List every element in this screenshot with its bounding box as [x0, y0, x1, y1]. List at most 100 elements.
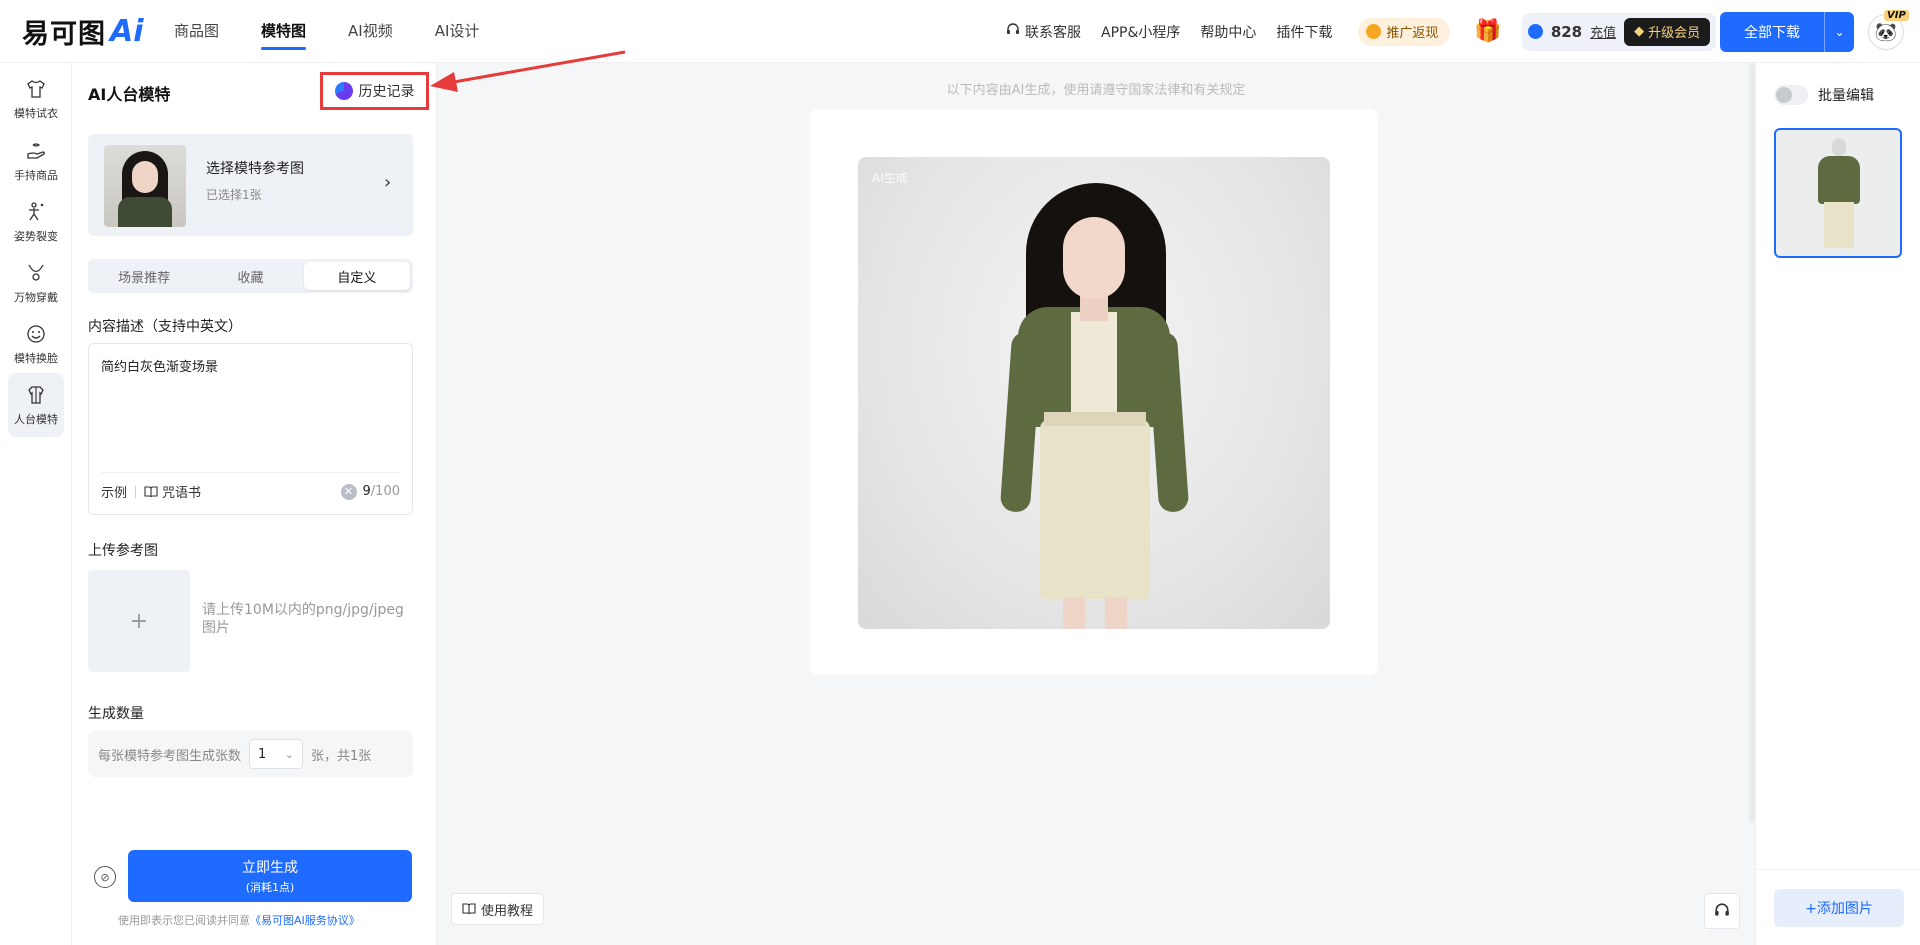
nav-tab-model[interactable]: 模特图 [261, 0, 307, 63]
count-prefix: 每张模特参考图生成张数 [98, 748, 242, 764]
promo-label: 推广返现 [1386, 26, 1439, 41]
hand-icon [27, 142, 45, 159]
vip-tag: VIP [1884, 10, 1909, 21]
rail-item-wearables[interactable]: 万物穿戴 [8, 251, 64, 315]
logo-ai: Ai [110, 13, 144, 49]
shirt-icon [27, 79, 45, 98]
settings-panel: AI人台模特 历史记录 选择模特参考图 已选择1张 › 场景推荐 收藏 自定义 … [72, 63, 437, 945]
tab-custom[interactable]: 自定义 [303, 262, 410, 290]
points-box: 828 充值 ◆ 升级会员 [1521, 12, 1717, 51]
spell-book-button[interactable]: 咒语书 [144, 482, 201, 501]
nav-tab-ai-design[interactable]: AI设计 [435, 0, 480, 63]
main-nav: 商品图 模特图 AI视频 AI设计 [174, 0, 479, 63]
mannequin-icon [28, 385, 44, 404]
chevron-down-icon: ⌄ [284, 747, 295, 761]
upload-label: 上传参考图 [88, 543, 158, 559]
char-counter: ✕ 9/100 [340, 483, 400, 500]
logo-text: 易可图 [22, 18, 106, 50]
ai-notice: 以下内容由AI生成，使用请遵守国家法律和有关规定 [946, 83, 1246, 98]
app-logo[interactable]: 易可图 Ai [22, 13, 144, 50]
chevron-down-icon[interactable]: ⌄ [1824, 12, 1854, 52]
help-link[interactable]: 帮助中心 [1200, 22, 1256, 42]
generate-area: ⊘ 立即生成 (消耗1点) 使用即表示您已阅读并同意《易可图AI服务协议》 [88, 850, 413, 938]
agree-prefix: 使用即表示您已阅读并同意 [118, 914, 250, 927]
diamond-icon: ◆ [1634, 24, 1645, 39]
pose-icon [29, 201, 44, 220]
support-link[interactable]: 联系客服 [1006, 22, 1081, 42]
tab-favorites[interactable]: 收藏 [197, 262, 303, 290]
char-count: 9 [362, 484, 371, 499]
batch-edit-toggle[interactable] [1774, 85, 1808, 105]
rail-label: 手持商品 [14, 168, 58, 182]
history-button[interactable]: 历史记录 [320, 72, 429, 110]
coin-icon [1366, 24, 1382, 39]
recharge-link[interactable]: 充值 [1590, 22, 1616, 41]
count-row: 每张模特参考图生成张数 1 ⌄ 张，共1张 [88, 731, 413, 777]
chevron-right-icon: › [384, 172, 392, 193]
panel-title: AI人台模特 [88, 85, 171, 104]
promo-button[interactable]: 推广返现 [1358, 17, 1451, 46]
points-value: 828 [1550, 22, 1583, 41]
book-icon [144, 485, 158, 497]
nav-tab-product[interactable]: 商品图 [174, 0, 219, 63]
model-card-subtitle: 已选择1张 [206, 188, 262, 202]
spell-label: 咒语书 [162, 486, 202, 501]
rail-label: 人台模特 [14, 412, 58, 426]
count-label: 生成数量 [88, 706, 144, 722]
rail-item-hand-product[interactable]: 手持商品 [8, 129, 64, 193]
rail-item-try-on[interactable]: 模特试衣 [8, 67, 64, 131]
rail-item-pose[interactable]: 姿势裂变 [8, 190, 64, 254]
book-icon [462, 903, 476, 915]
history-label: 历史记录 [358, 84, 415, 100]
upgrade-vip-button[interactable]: ◆ 升级会员 [1624, 17, 1711, 46]
app-link[interactable]: APP&小程序 [1101, 22, 1180, 42]
batch-edit-label: 批量编辑 [1818, 88, 1874, 104]
upload-button[interactable]: + [88, 570, 190, 672]
desc-label: 内容描述（支持中英文） [88, 319, 242, 335]
tab-scene-recommend[interactable]: 场景推荐 [91, 262, 197, 290]
batch-edit: 批量编辑 [1774, 85, 1874, 105]
count-value: 1 [258, 746, 267, 762]
model-reference-card[interactable]: 选择模特参考图 已选择1张 › [88, 134, 413, 236]
rail-label: 模特换脸 [14, 351, 58, 365]
clear-icon[interactable]: ✕ [340, 483, 357, 500]
face-icon [27, 324, 45, 343]
char-max: /100 [370, 484, 400, 499]
download-all-button[interactable]: 全部下载 ⌄ [1720, 12, 1854, 52]
image-thumbnail[interactable] [1774, 128, 1902, 258]
vip-label: 升级会员 [1648, 26, 1701, 41]
plugin-link[interactable]: 插件下载 [1276, 22, 1332, 42]
add-image-button[interactable]: +添加图片 [1774, 889, 1904, 927]
desc-footer: 示例 咒语书 ✕ 9/100 [101, 472, 400, 510]
upload-hint: 请上传10M以内的png/jpg/jpeg图片 [202, 602, 404, 636]
count-select[interactable]: 1 ⌄ [249, 739, 304, 769]
tutorial-button[interactable]: 使用教程 [451, 893, 545, 925]
agreement-link[interactable]: 《易可图AI服务协议》 [250, 914, 360, 927]
rail-label: 万物穿戴 [14, 290, 58, 304]
plus-icon: + [129, 608, 149, 634]
example-link[interactable]: 示例 [101, 482, 127, 501]
generate-cost: (消耗1点) [245, 881, 295, 894]
top-header: 易可图 Ai 商品图 模特图 AI视频 AI设计 联系客服 APP&小程序 帮助… [0, 0, 1920, 63]
result-image[interactable]: AI生成 [858, 157, 1330, 629]
top-links: 联系客服 APP&小程序 帮助中心 插件下载 推广返现 🎁 828 充值 ◆ 升… [1006, 0, 1717, 63]
rail-item-mannequin[interactable]: 人台模特 [8, 373, 64, 437]
generate-button[interactable]: 立即生成 (消耗1点) [128, 850, 412, 902]
necklace-icon [28, 264, 44, 281]
rail-label: 姿势裂变 [14, 229, 58, 243]
desc-input[interactable]: 简约白灰色渐变场景 [101, 356, 401, 431]
nav-tab-ai-video[interactable]: AI视频 [348, 0, 393, 63]
link-icon[interactable]: ⊘ [94, 866, 116, 888]
model-thumbnail [104, 145, 186, 227]
points-icon [1527, 24, 1543, 39]
rail-item-face-swap[interactable]: 模特换脸 [8, 312, 64, 376]
model-card-title: 选择模特参考图 [206, 161, 304, 177]
agreement-text: 使用即表示您已阅读并同意《易可图AI服务协议》 [118, 912, 360, 928]
headset-icon [1006, 22, 1020, 41]
gift-icon[interactable]: 🎁 [1474, 19, 1501, 44]
headset-icon[interactable] [1704, 893, 1740, 929]
image-sidebar: 批量编辑 +添加图片 [1755, 63, 1920, 945]
rail-label: 模特试衣 [14, 106, 58, 120]
download-label: 全部下载 [1744, 25, 1800, 41]
canvas-area: 以下内容由AI生成，使用请遵守国家法律和有关规定 AI生成 使用教程 [437, 63, 1755, 945]
